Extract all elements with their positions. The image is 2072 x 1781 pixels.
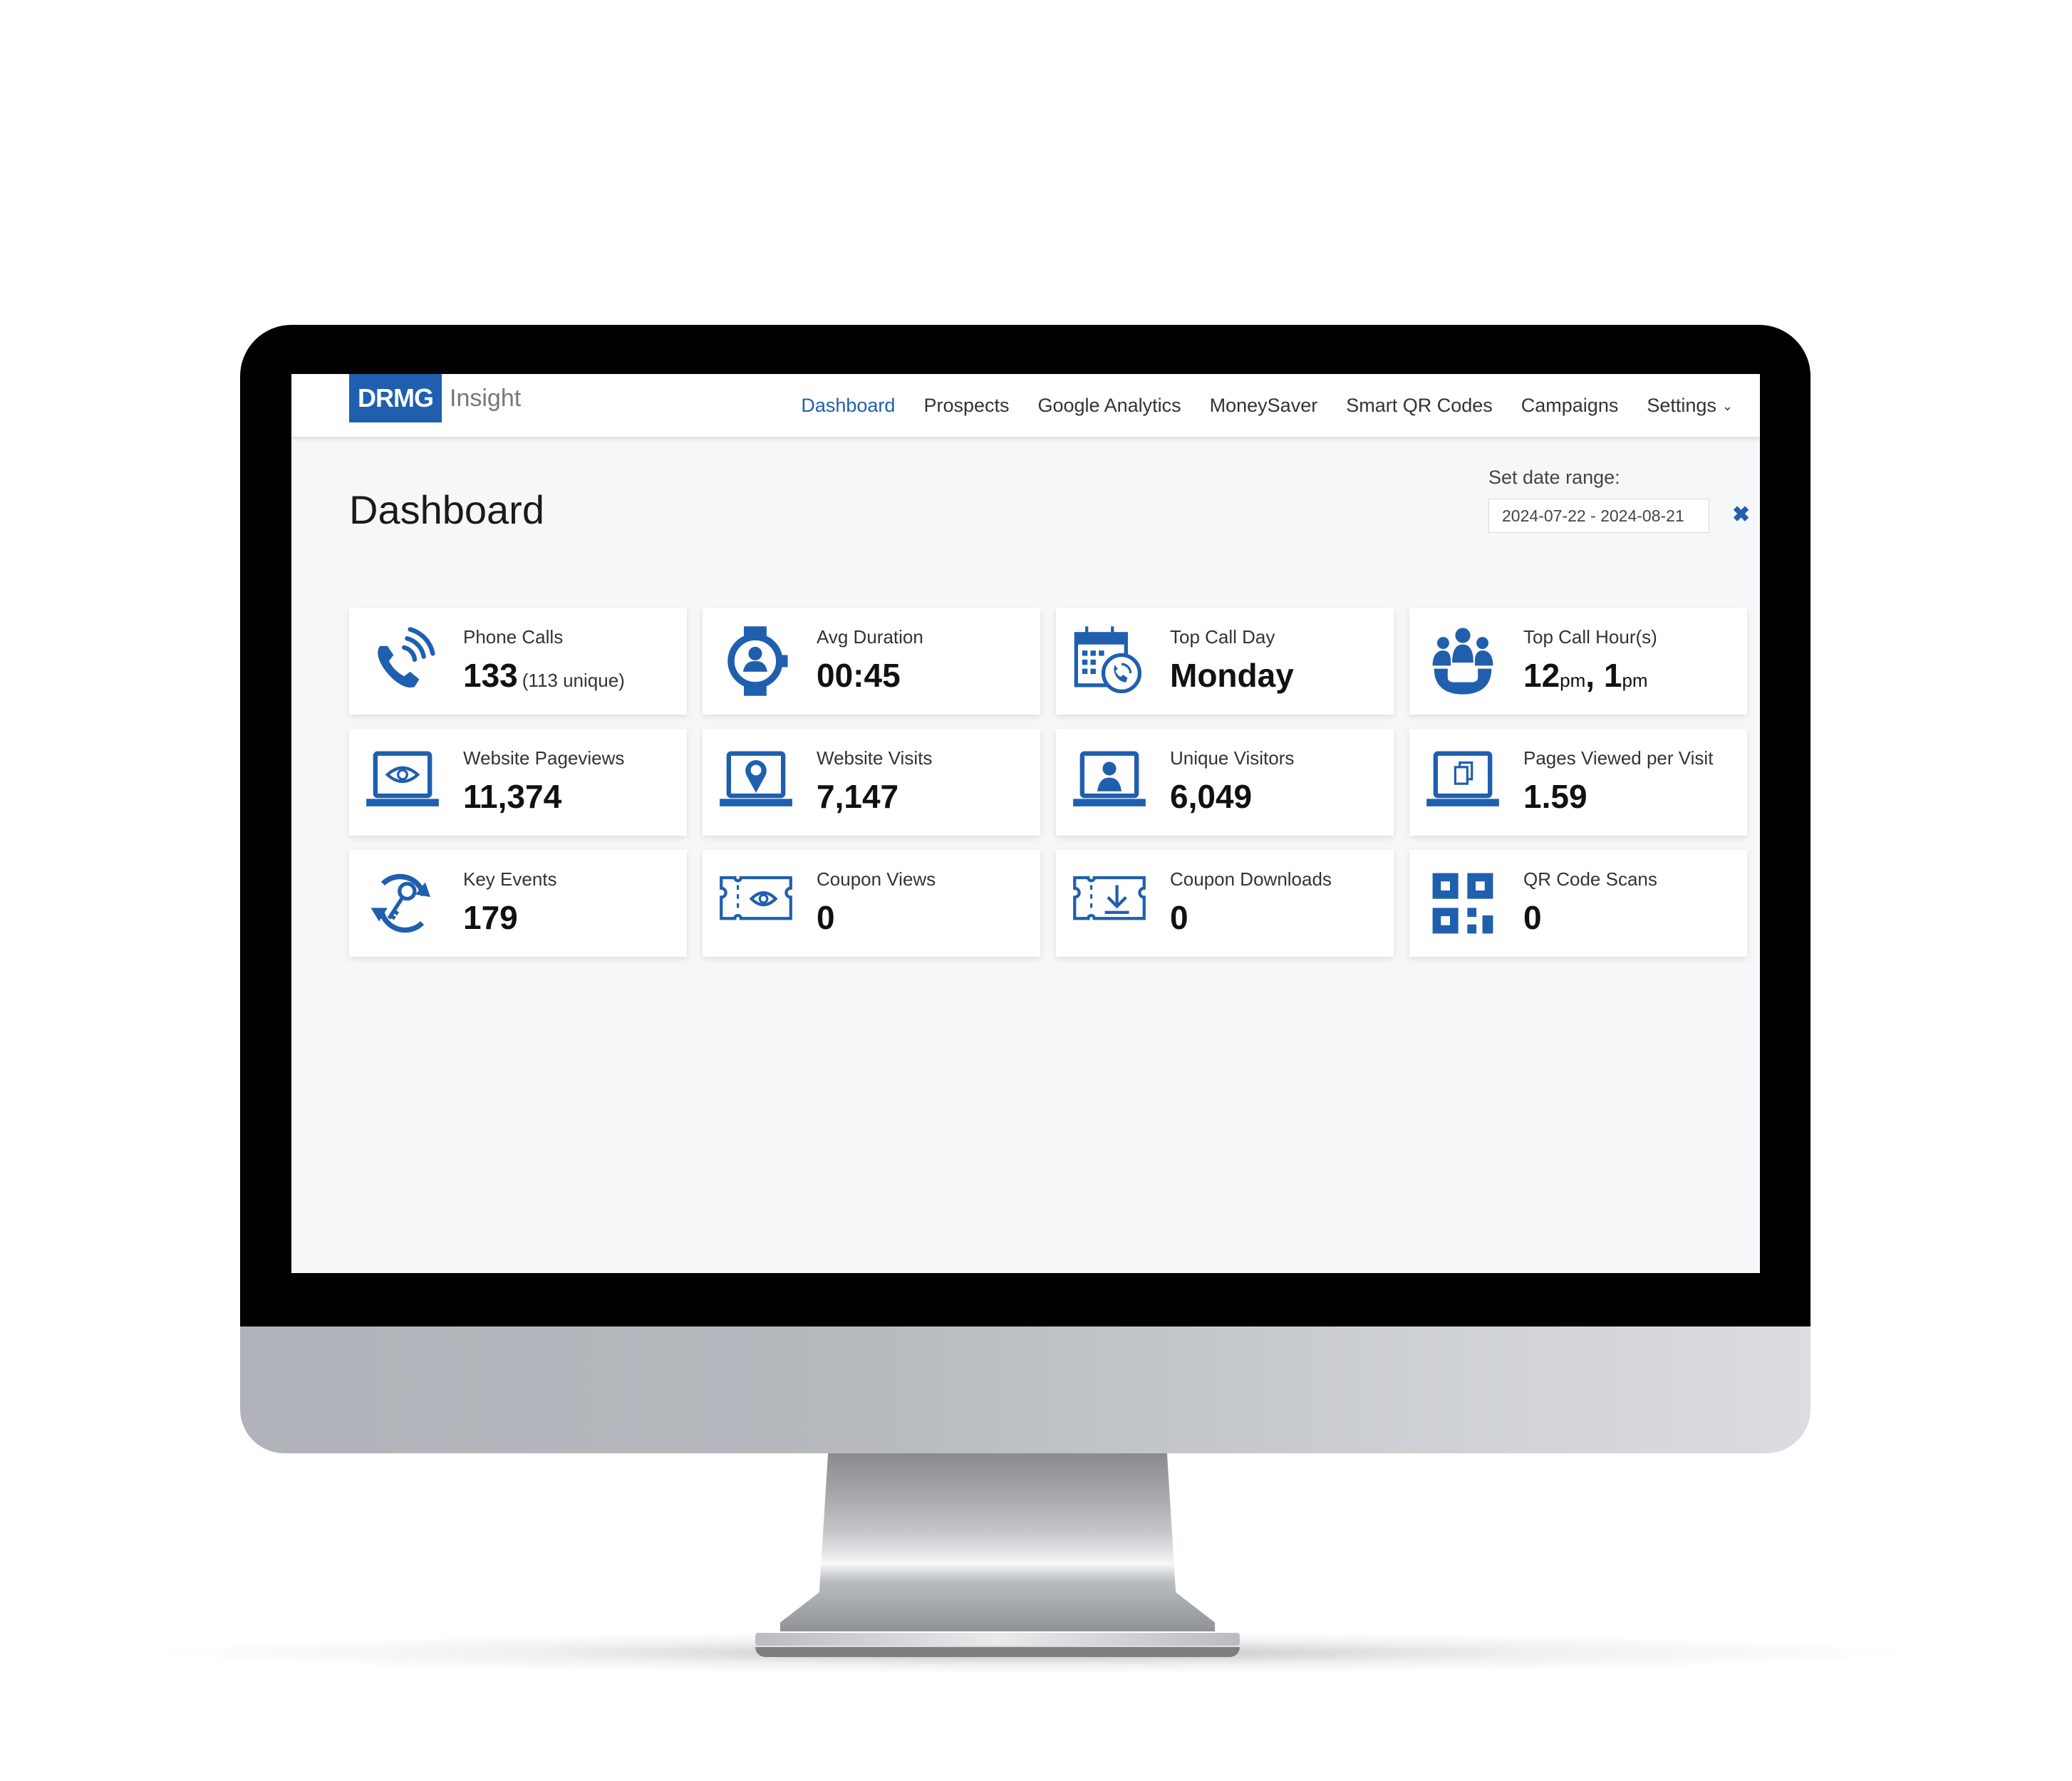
- metric-card-website-visits: Website Visits 7,147: [703, 729, 1040, 836]
- nav-menu: Dashboard Prospects Google Analytics Mon…: [801, 374, 1733, 437]
- monitor-stand-base: [755, 1633, 1240, 1646]
- metric-subvalue: (113 unique): [522, 670, 625, 691]
- logo[interactable]: DRMG: [349, 374, 442, 422]
- metric-value: 1.59: [1523, 778, 1587, 815]
- date-range-label: Set date range:: [1488, 467, 1620, 488]
- monitor-stand-foot: [755, 1647, 1240, 1657]
- nav-prospects[interactable]: Prospects: [923, 395, 1009, 417]
- date-range-input[interactable]: [1488, 499, 1709, 533]
- metric-label: Coupon Views: [817, 868, 936, 890]
- metric-value: 0: [817, 899, 835, 936]
- metric-label: Top Call Day: [1170, 626, 1275, 648]
- metric-value: 7,147: [817, 778, 899, 815]
- metric-card-unique-visitors: Unique Visitors 6,049: [1056, 729, 1394, 836]
- nav-settings-label: Settings: [1647, 394, 1716, 416]
- metric-label: Avg Duration: [817, 626, 923, 648]
- metric-value: Monday: [1170, 657, 1294, 694]
- metric-value: 11,374: [463, 778, 562, 815]
- nav-dashboard[interactable]: Dashboard: [801, 395, 895, 417]
- metric-number: 133: [463, 657, 518, 694]
- metric-value: 00:45: [817, 657, 901, 694]
- navbar: DRMG Insight Dashboard Prospects Google …: [291, 374, 1760, 437]
- group-phone-icon: [1432, 628, 1493, 695]
- hour-value: , 1: [1585, 657, 1622, 694]
- logo-text: Insight: [450, 385, 522, 412]
- laptop-pages-icon: [1426, 751, 1499, 806]
- metric-value: 133 (113 unique): [463, 656, 625, 695]
- metric-label: Pages Viewed per Visit: [1523, 747, 1714, 769]
- nav-settings[interactable]: Settings ⌄: [1647, 395, 1733, 417]
- hour-unit: pm: [1560, 670, 1586, 691]
- metric-label: Website Visits: [817, 747, 933, 769]
- phone-icon: [378, 627, 435, 688]
- metric-card-pages-per-visit: Pages Viewed per Visit 1.59: [1409, 729, 1747, 836]
- metric-label: Website Pageviews: [463, 747, 625, 769]
- metric-card-website-pageviews: Website Pageviews 11,374: [349, 729, 687, 836]
- metric-value: 0: [1170, 899, 1188, 936]
- hour-unit: pm: [1622, 670, 1648, 691]
- nav-smart-qr-codes[interactable]: Smart QR Codes: [1346, 395, 1493, 417]
- metric-card-coupon-views: Coupon Views 0: [703, 850, 1040, 957]
- laptop-user-icon: [1073, 751, 1146, 806]
- metric-label: Unique Visitors: [1170, 747, 1295, 769]
- calendar-phone-icon: [1074, 626, 1142, 694]
- coupon-download-icon: [1073, 876, 1146, 920]
- hour-value: 12: [1523, 657, 1560, 694]
- qr-code-icon: [1432, 873, 1493, 934]
- page-title: Dashboard: [349, 487, 544, 532]
- metric-card-key-events: Key Events 179: [349, 850, 687, 957]
- metric-card-avg-duration: Avg Duration 00:45: [703, 608, 1040, 715]
- metric-label: Coupon Downloads: [1170, 868, 1332, 890]
- chevron-down-icon: ⌄: [1721, 398, 1733, 413]
- laptop-eye-icon: [366, 751, 439, 806]
- coupon-eye-icon: [720, 876, 792, 920]
- metric-card-phone-calls: Phone Calls 133 (113 unique): [349, 608, 687, 715]
- metric-label: Phone Calls: [463, 626, 564, 648]
- monitor-stand: [780, 1453, 1215, 1631]
- nav-moneysaver[interactable]: MoneySaver: [1210, 395, 1318, 417]
- nav-campaigns[interactable]: Campaigns: [1521, 395, 1619, 417]
- metric-card-top-call-hours: Top Call Hour(s) 12pm, 1pm: [1409, 608, 1747, 715]
- metric-value: 0: [1523, 899, 1542, 936]
- metric-label: QR Code Scans: [1523, 868, 1657, 890]
- metric-card-qr-code-scans: QR Code Scans 0: [1409, 850, 1747, 957]
- key-cycle-icon: [371, 873, 431, 933]
- metric-value: 6,049: [1170, 778, 1253, 815]
- nav-google-analytics[interactable]: Google Analytics: [1038, 395, 1181, 417]
- metric-card-coupon-downloads: Coupon Downloads 0: [1056, 850, 1394, 957]
- monitor-chin: [240, 1326, 1811, 1453]
- metric-label: Key Events: [463, 868, 557, 890]
- metric-value: 12pm, 1pm: [1523, 656, 1648, 695]
- laptop-pin-icon: [720, 751, 792, 806]
- metric-value: 179: [463, 899, 518, 936]
- metrics-grid: Phone Calls 133 (113 unique) Avg Duration…: [349, 608, 1748, 957]
- watch-user-icon: [727, 626, 788, 696]
- screen: DRMG Insight Dashboard Prospects Google …: [291, 374, 1760, 1273]
- metric-card-top-call-day: Top Call Day Monday: [1056, 608, 1394, 715]
- close-icon[interactable]: ✖: [1732, 502, 1750, 527]
- metric-label: Top Call Hour(s): [1523, 626, 1657, 648]
